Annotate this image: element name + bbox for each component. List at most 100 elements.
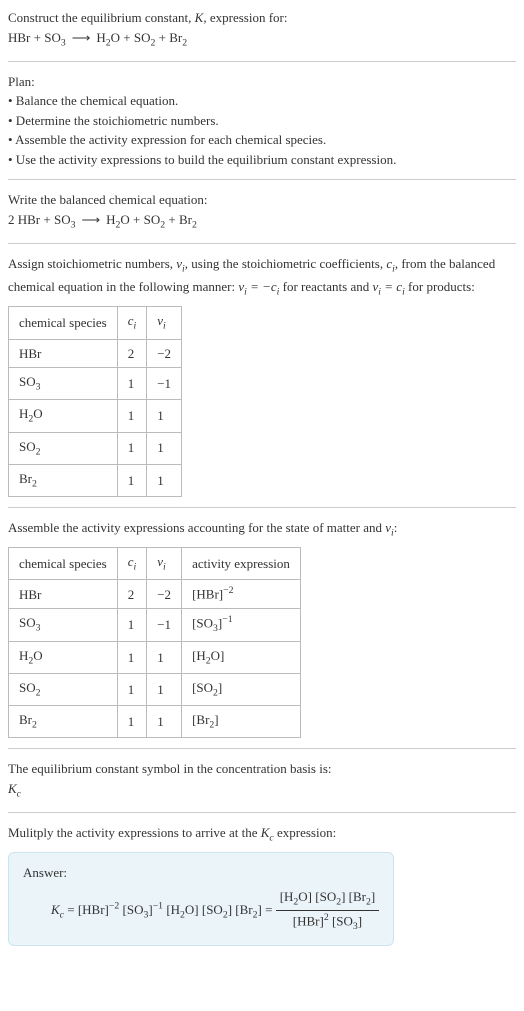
plan-block: Plan: • Balance the chemical equation. •… [8,72,516,170]
species-hbr: HBr [18,212,40,227]
o-text: O [120,212,129,227]
multiply-text: Mulitply the activity expressions to arr… [8,823,516,846]
cell-ci: 1 [117,368,147,400]
sub-i: i [163,321,166,332]
answer-box: Answer: Kc = [HBr]−2 [SO3]−1 [H2O] [SO2]… [8,852,394,945]
term-hbr: [HBr]−2 [78,902,119,917]
sub-i: i [134,321,137,332]
assemble-text-a: Assemble the activity expressions accoun… [8,520,385,535]
divider [8,243,516,244]
cell-species: H2O [9,400,118,432]
assemble-text-b: : [394,520,398,535]
header-ci: ci [117,548,147,580]
sp: HBr [19,587,41,602]
cell-species: Br2 [9,706,118,738]
sp: H [19,648,28,663]
sp: Br [19,712,32,727]
term-so2: [SO2] [202,902,232,917]
cell-nui: 1 [147,432,182,464]
stoich-table: chemical species ci νi HBr 2 −2 SO3 1 −1… [8,306,182,497]
act: [SO [192,616,213,631]
sub: 2 [32,720,37,731]
kc-symbol: Kc [261,825,274,840]
cell-species: HBr [9,339,118,368]
cell-species: SO3 [9,609,118,642]
sub-3: 3 [61,37,66,48]
cell-ci: 2 [117,339,147,368]
cell-activity: [H2O] [182,641,301,673]
so-text: SO [144,212,161,227]
so-text: SO [134,30,151,45]
cell-species: SO2 [9,674,118,706]
species-h2o: H2O [96,30,120,45]
table-row: Br2 1 1 [Br2] [9,706,301,738]
arrow-icon: ⟶ [75,212,106,227]
c-i: ci [386,256,395,271]
symbol-block: The equilibrium constant symbol in the c… [8,759,516,802]
table-row: HBr 2 −2 [9,339,182,368]
k: K [51,902,60,917]
cell-nui: 1 [147,706,182,738]
n: ] [Br [341,889,366,904]
sp: SO [19,615,36,630]
table-row: SO2 1 1 [9,432,182,464]
sp: SO [19,680,36,695]
t: [H [166,902,180,917]
n: [H [280,889,294,904]
table-row: SO3 1 −1 [9,368,182,400]
denominator: [HBr]2 [SO3] [276,911,380,935]
kc-symbol: Kc [8,779,516,802]
header-nui: νi [147,548,182,580]
plus: + [30,30,44,45]
t: [Br [235,902,252,917]
eq-products: νi = ci [373,279,405,294]
assign-text-e: for products: [405,279,475,294]
header-nui: νi [147,307,182,339]
answer-label: Answer: [23,863,379,883]
sp: SO [19,374,36,389]
cell-species: H2O [9,641,118,673]
species-hbr: HBr [8,30,30,45]
divider [8,61,516,62]
t: [HBr] [78,902,109,917]
br-text: Br [169,30,182,45]
table-header-row: chemical species ci νi [9,307,182,339]
assign-text-a: Assign stoichiometric numbers, [8,256,176,271]
unbalanced-equation: HBr + SO3⟶H2O + SO2 + Br2 [8,28,516,51]
eq: = [381,279,396,294]
sp: Br [19,471,32,486]
cell-ci: 1 [117,432,147,464]
coef-2: 2 [8,212,15,227]
h-text: H [106,212,115,227]
sub-2: 2 [182,37,187,48]
cell-activity: [SO2] [182,674,301,706]
cell-species: SO3 [9,368,118,400]
act: ] [214,712,218,727]
symbol-text: The equilibrium constant symbol in the c… [8,759,516,779]
d: ] [358,913,362,928]
t: ] [228,902,232,917]
plan-bullet-2: • Determine the stoichiometric numbers. [8,111,516,131]
cell-ci: 1 [117,674,147,706]
numerator: [H2O] [SO2] [Br2] [276,887,380,911]
sub-c: c [17,789,21,800]
cell-nui: −1 [147,368,182,400]
species-h2o: H2O [106,212,130,227]
exp: −2 [109,900,119,911]
assign-text-b: , using the stoichiometric coefficients, [185,256,387,271]
header-species: chemical species [9,548,118,580]
sub: 2 [36,688,41,699]
table-row: SO3 1 −1 [SO3]−1 [9,609,301,642]
t: [SO [202,902,223,917]
header-ci: ci [117,307,147,339]
o-text: O [111,30,120,45]
plus: + [120,30,134,45]
sub: 2 [36,446,41,457]
assign-text-d: for reactants and [279,279,372,294]
cell-activity: [Br2] [182,706,301,738]
fraction: [H2O] [SO2] [Br2] [HBr]2 [SO3] [276,887,380,935]
sub: 3 [36,623,41,634]
table-row: H2O 1 1 [H2O] [9,641,301,673]
k: K [8,781,17,796]
term-so3: [SO3]−1 [123,902,164,917]
